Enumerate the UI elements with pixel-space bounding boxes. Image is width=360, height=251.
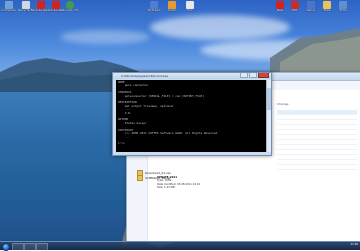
desktop-icon-label: doc bbox=[187, 9, 193, 12]
desktop-icon-pdf[interactable]: PDF bbox=[287, 1, 303, 13]
installer-icon bbox=[307, 1, 315, 9]
window-controls bbox=[240, 73, 269, 78]
folder-icon bbox=[323, 1, 331, 9]
computer-icon bbox=[5, 1, 13, 9]
desktop-icon-files[interactable]: Files bbox=[319, 1, 335, 13]
column-header-change[interactable]: Change bbox=[277, 102, 289, 106]
desktop-icon-computer[interactable]: Computer bbox=[1, 1, 17, 13]
vertical-scrollbar[interactable] bbox=[266, 80, 271, 152]
console-window[interactable]: C:\Windows\system32\cmd.exe NAME pole co… bbox=[112, 72, 272, 156]
desktop-icon-document[interactable]: doc bbox=[182, 1, 198, 13]
desktop-icon-label: Google Chrome bbox=[62, 9, 78, 12]
desktop-icon-label: Adobe Reader X bbox=[33, 9, 49, 12]
desktop-icon-label: Tools bbox=[339, 9, 347, 12]
paint-icon bbox=[168, 1, 176, 9]
system-tray-clock[interactable]: 22:06 bbox=[351, 243, 358, 246]
notepad-icon bbox=[150, 1, 158, 9]
scrollbar-thumb[interactable] bbox=[267, 88, 271, 110]
details-pane: UPDATE_2011 Type: 1069 Date modified: 03… bbox=[157, 176, 200, 190]
desktop-icon-google-chrome[interactable]: Google Chrome bbox=[62, 1, 78, 13]
table-row[interactable] bbox=[277, 165, 357, 170]
desktop-icon-label: Setup bbox=[306, 9, 316, 12]
console-title: C:\Windows\system32\cmd.exe bbox=[121, 74, 168, 78]
console-titlebar[interactable]: C:\Windows\system32\cmd.exe bbox=[113, 73, 271, 79]
pdf-icon bbox=[291, 1, 299, 9]
minimize-button[interactable] bbox=[240, 73, 248, 78]
chrome-icon bbox=[66, 1, 74, 9]
desktop-icon-label: Files bbox=[323, 9, 331, 12]
desktop-icon-label: Recycle Bin bbox=[18, 9, 34, 12]
clock-time: 22:06 bbox=[350, 243, 358, 246]
desktop-icon-recycle-bin[interactable]: Recycle Bin bbox=[18, 1, 34, 13]
pdf-icon bbox=[52, 1, 60, 9]
desktop-icon-tools[interactable]: Tools bbox=[335, 1, 351, 13]
console-output[interactable]: NAME pole connector SYNOPSIS poleconnect… bbox=[116, 80, 266, 152]
folder-icon bbox=[137, 174, 143, 181]
desktop-icon-label: Computer bbox=[1, 9, 17, 12]
desktop-icon-notepad[interactable]: Notepad bbox=[146, 1, 162, 13]
pdf-icon bbox=[276, 1, 284, 9]
details-size: Size: 1,43 MB bbox=[157, 186, 175, 190]
pdf-icon bbox=[37, 1, 45, 9]
taskbar: 22:06 bbox=[0, 241, 360, 251]
maximize-button[interactable] bbox=[249, 73, 257, 78]
desktop-icon-label: Notepad bbox=[147, 9, 161, 12]
folder-icon bbox=[339, 1, 347, 9]
desktop-icon-label: Paint bbox=[168, 9, 176, 12]
close-button[interactable] bbox=[258, 73, 269, 78]
desktop-icon-adobe-reader-x[interactable]: Adobe Reader X bbox=[33, 1, 49, 13]
desktop-icon-label: PDF bbox=[292, 9, 298, 12]
document-icon bbox=[186, 1, 194, 9]
recycle-bin-icon bbox=[22, 1, 30, 9]
desktop-icon-setup[interactable]: Setup bbox=[303, 1, 319, 13]
desktop-icon-new[interactable]: New bbox=[272, 1, 288, 13]
desktop-icon-paint[interactable]: Paint bbox=[164, 1, 180, 13]
file-name: Download_01.zip bbox=[145, 170, 171, 175]
desktop-icon-label: New bbox=[276, 9, 284, 12]
file-rows bbox=[277, 110, 357, 170]
